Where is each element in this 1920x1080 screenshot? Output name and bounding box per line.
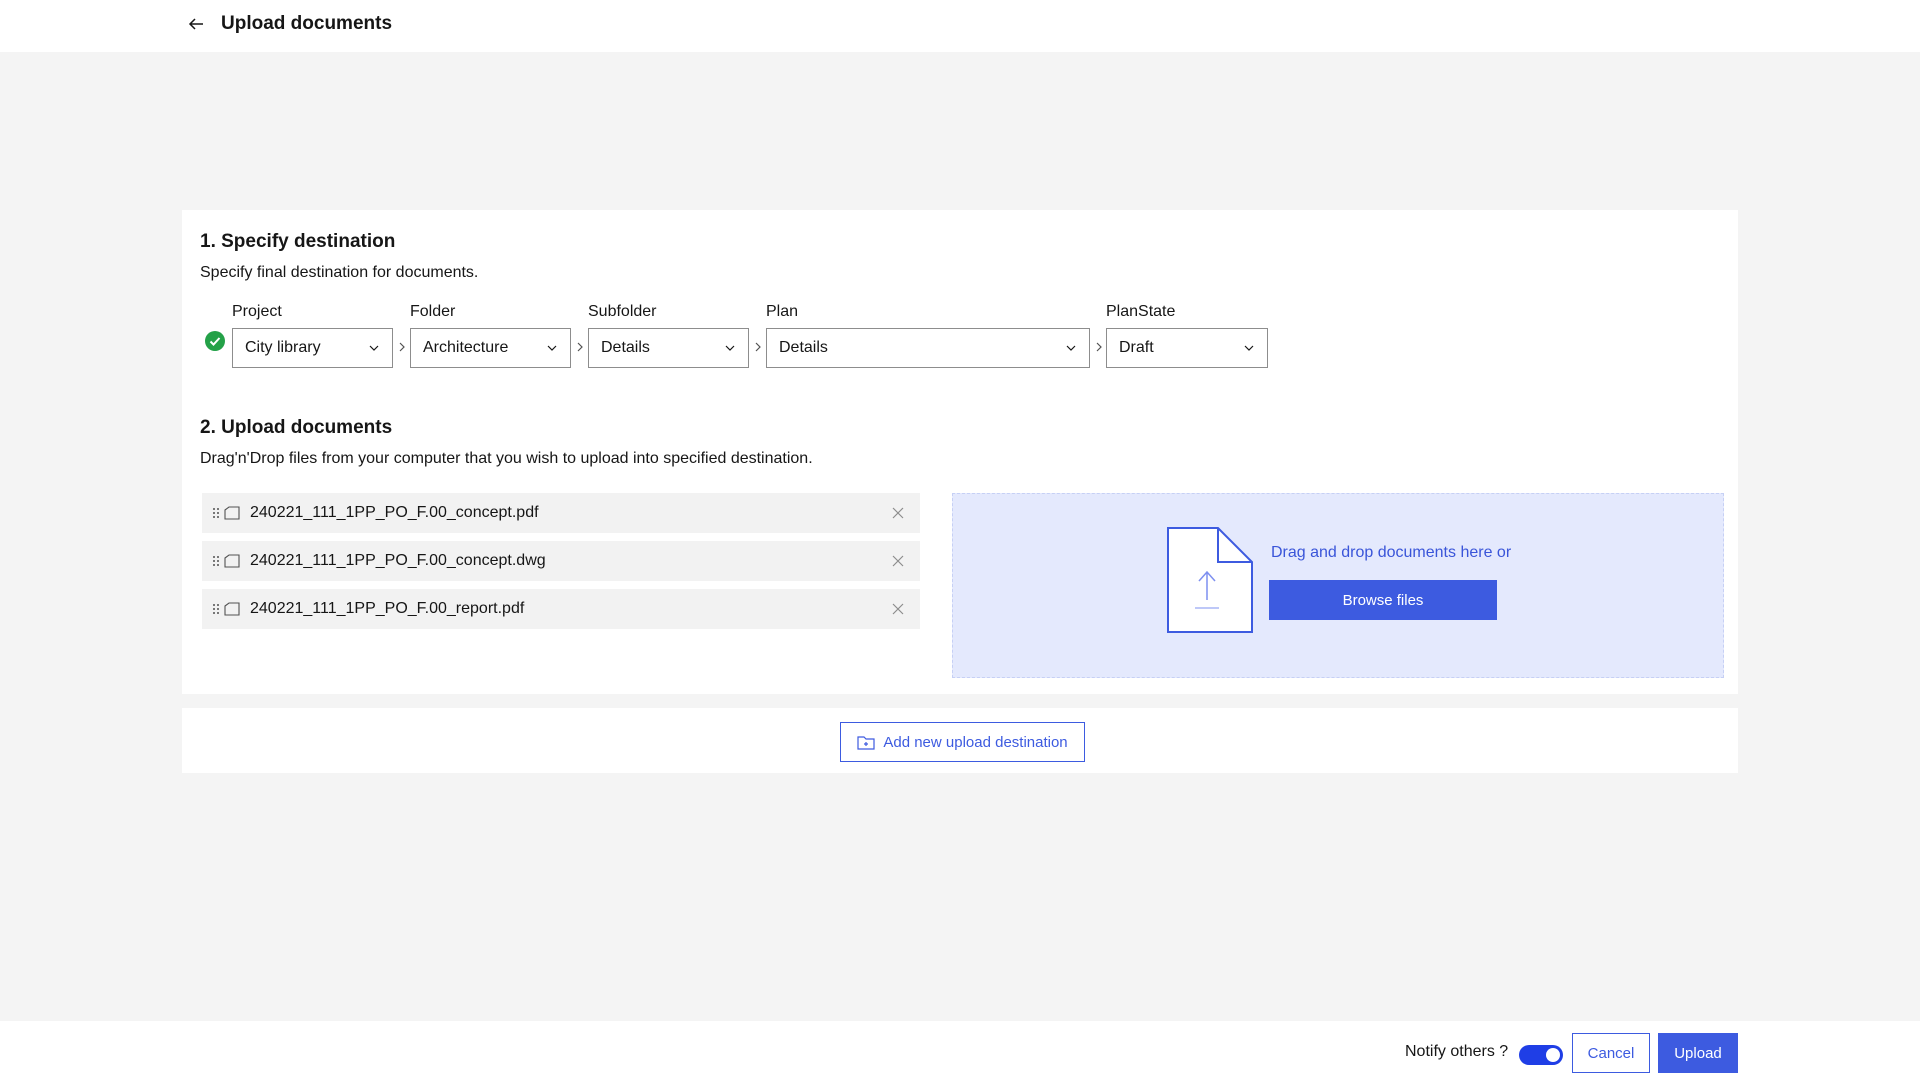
- folder-value: Architecture: [423, 339, 509, 356]
- destination-section-description: Specify final destination for documents.: [200, 264, 479, 281]
- planstate-value: Draft: [1119, 339, 1154, 356]
- chevron-right-icon: [399, 342, 405, 352]
- plan-field: Plan Details: [766, 302, 1090, 368]
- add-upload-destination-button[interactable]: Add new upload destination: [840, 722, 1085, 762]
- file-list: 240221_111_1PP_PO_F.00_concept.pdf 24022…: [202, 493, 920, 637]
- folder-add-icon: [857, 736, 875, 750]
- folder-field: Folder Architecture: [410, 302, 571, 368]
- subfolder-label: Subfolder: [588, 303, 657, 320]
- chevron-right-icon: [577, 342, 583, 352]
- close-icon[interactable]: [890, 553, 906, 569]
- toggle-knob: [1546, 1048, 1560, 1062]
- drag-handle-icon[interactable]: [212, 555, 220, 567]
- upload-button[interactable]: Upload: [1658, 1033, 1738, 1073]
- chevron-right-icon: [1096, 342, 1102, 352]
- folder-select[interactable]: Architecture: [410, 328, 571, 368]
- drag-handle-icon[interactable]: [212, 507, 220, 519]
- drag-handle-icon[interactable]: [212, 603, 220, 615]
- chevron-down-icon: [1066, 345, 1076, 351]
- planstate-select[interactable]: Draft: [1106, 328, 1268, 368]
- project-field: Project City library: [232, 302, 393, 368]
- browse-files-button[interactable]: Browse files: [1269, 580, 1497, 620]
- close-icon[interactable]: [890, 601, 906, 617]
- chevron-down-icon: [1244, 345, 1254, 351]
- chevron-down-icon: [547, 345, 557, 351]
- close-icon[interactable]: [890, 505, 906, 521]
- project-value: City library: [245, 339, 321, 356]
- subfolder-field: Subfolder Details: [588, 302, 749, 368]
- notify-toggle[interactable]: [1519, 1045, 1563, 1065]
- file-dropzone[interactable]: Drag and drop documents here or Browse f…: [952, 493, 1724, 678]
- cancel-button[interactable]: Cancel: [1572, 1033, 1650, 1073]
- project-select[interactable]: City library: [232, 328, 393, 368]
- upload-destination-card: 1. Specify destination Specify final des…: [182, 210, 1738, 694]
- upload-section-title: 2. Upload documents: [200, 417, 393, 438]
- file-name: 240221_111_1PP_PO_F.00_concept.dwg: [250, 552, 546, 569]
- plan-label: Plan: [766, 303, 799, 320]
- project-label: Project: [232, 303, 282, 320]
- chevron-down-icon: [725, 345, 735, 351]
- subfolder-select[interactable]: Details: [588, 328, 749, 368]
- file-list-item: 240221_111_1PP_PO_F.00_concept.dwg: [202, 541, 920, 581]
- notify-label: Notify others ?: [1405, 1043, 1509, 1060]
- document-icon: [224, 506, 240, 520]
- chevron-right-icon: [755, 342, 761, 352]
- footer-bar: Notify others ? Cancel Upload: [0, 1021, 1920, 1080]
- page-title: Upload documents: [221, 13, 393, 34]
- dropzone-text: Drag and drop documents here or: [1271, 544, 1512, 561]
- file-name: 240221_111_1PP_PO_F.00_report.pdf: [250, 600, 525, 617]
- file-list-item: 240221_111_1PP_PO_F.00_report.pdf: [202, 589, 920, 629]
- planstate-label: PlanState: [1106, 303, 1176, 320]
- destination-section-title: 1. Specify destination: [200, 231, 396, 252]
- document-upload-icon: [1167, 527, 1253, 633]
- planstate-field: PlanState Draft: [1106, 302, 1268, 368]
- chevron-down-icon: [369, 345, 379, 351]
- folder-label: Folder: [410, 303, 456, 320]
- arrow-left-icon[interactable]: [185, 13, 207, 35]
- add-upload-destination-label: Add new upload destination: [883, 733, 1068, 751]
- upload-section-description: Drag'n'Drop files from your computer tha…: [200, 450, 813, 467]
- check-circle-icon: [205, 331, 225, 351]
- file-list-item: 240221_111_1PP_PO_F.00_concept.pdf: [202, 493, 920, 533]
- subfolder-value: Details: [601, 339, 650, 356]
- plan-value: Details: [779, 339, 828, 356]
- plan-select[interactable]: Details: [766, 328, 1090, 368]
- document-icon: [224, 554, 240, 568]
- add-destination-card: Add new upload destination: [182, 708, 1738, 773]
- document-icon: [224, 602, 240, 616]
- file-name: 240221_111_1PP_PO_F.00_concept.pdf: [250, 504, 539, 521]
- top-bar: Upload documents: [0, 0, 1920, 52]
